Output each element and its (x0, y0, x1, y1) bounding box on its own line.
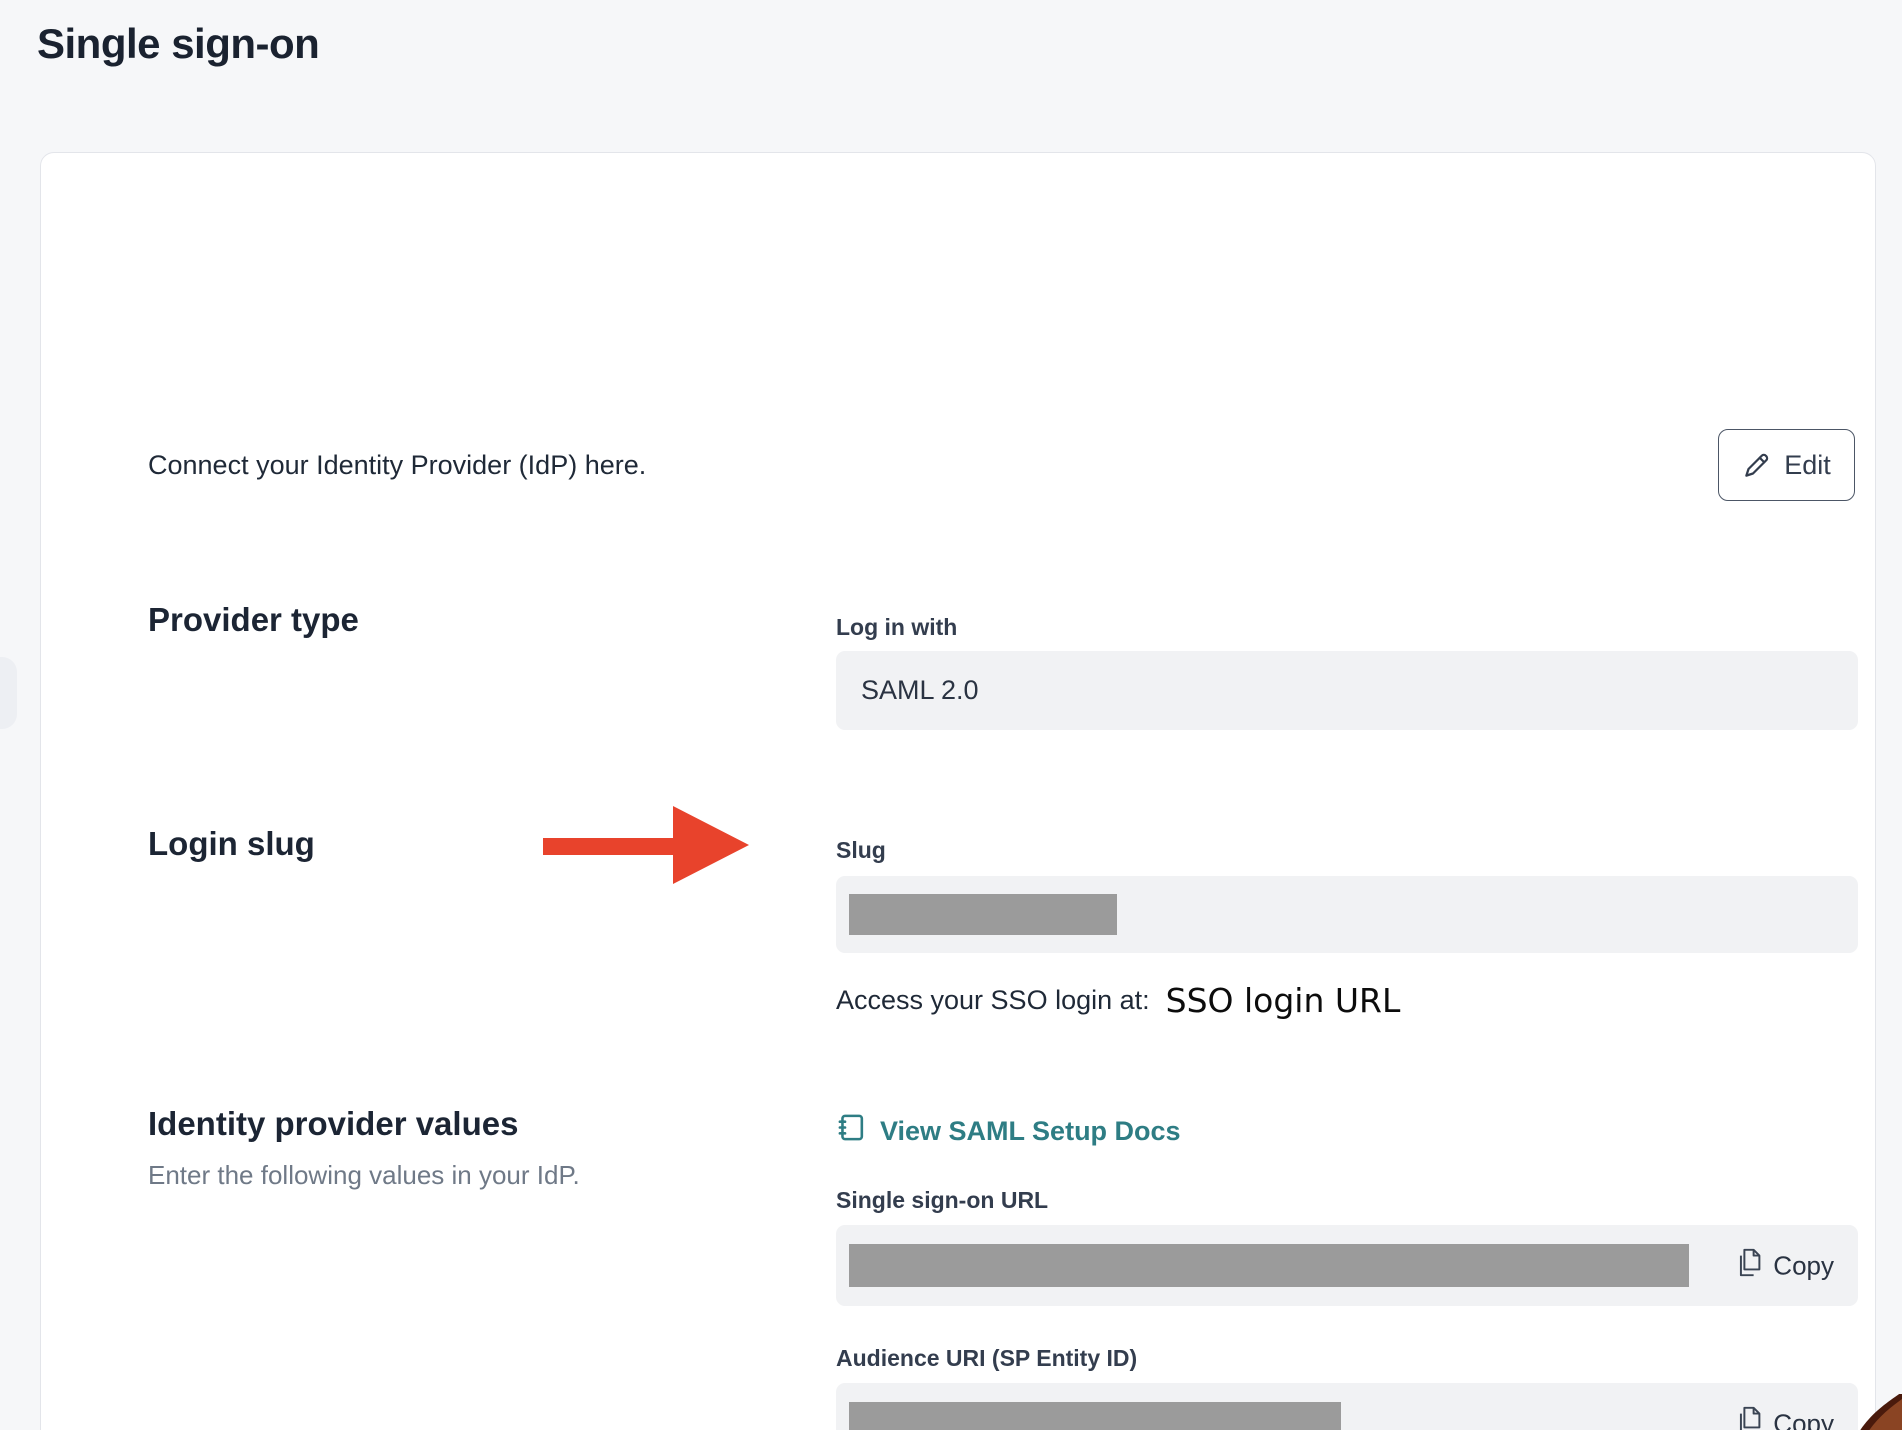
provider-type-field: SAML 2.0 (836, 651, 1858, 730)
idp-values-subheading: Enter the following values in your IdP. (148, 1160, 580, 1191)
corner-artifact (1856, 1394, 1902, 1430)
audience-uri-label: Audience URI (SP Entity ID) (836, 1345, 1137, 1372)
access-login-row: Access your SSO login at: SSO login URL (836, 971, 1400, 1029)
access-login-prefix: Access your SSO login at: (836, 985, 1150, 1016)
copy-button-label: Copy (1773, 1250, 1834, 1281)
copy-sso-url-button[interactable]: Copy (1736, 1247, 1834, 1284)
provider-type-heading: Provider type (148, 601, 359, 639)
login-with-label: Log in with (836, 614, 957, 641)
edit-button-label: Edit (1784, 450, 1831, 481)
copy-icon (1736, 1405, 1762, 1430)
provider-type-value: SAML 2.0 (861, 675, 979, 706)
sso-login-url-overlay: SSO login URL (1166, 981, 1401, 1020)
copy-audience-uri-button[interactable]: Copy (1736, 1405, 1834, 1430)
redacted-audience-uri-value (849, 1402, 1341, 1430)
left-edge-tab (0, 657, 17, 729)
copy-button-label: Copy (1773, 1408, 1834, 1430)
docs-icon (836, 1112, 867, 1150)
redacted-sso-url-value (849, 1244, 1689, 1287)
intro-text: Connect your Identity Provider (IdP) her… (148, 450, 646, 481)
sso-settings-page: Single sign-on Connect your Identity Pro… (0, 0, 1902, 1430)
sso-card: Connect your Identity Provider (IdP) her… (40, 152, 1876, 1430)
login-slug-heading: Login slug (148, 825, 315, 863)
sso-url-label: Single sign-on URL (836, 1187, 1048, 1214)
sso-url-field: Copy (836, 1225, 1858, 1306)
page-title: Single sign-on (37, 20, 319, 68)
copy-icon (1736, 1247, 1762, 1284)
view-saml-docs-link[interactable]: View SAML Setup Docs (836, 1110, 1181, 1152)
pencil-icon (1742, 450, 1772, 480)
audience-uri-field: Copy (836, 1383, 1858, 1430)
red-arrow-annotation (543, 806, 749, 884)
redacted-slug-value (849, 894, 1117, 935)
slug-field (836, 876, 1858, 953)
idp-values-heading: Identity provider values (148, 1105, 518, 1143)
view-saml-docs-label: View SAML Setup Docs (880, 1116, 1181, 1147)
edit-button[interactable]: Edit (1718, 429, 1855, 501)
slug-label: Slug (836, 837, 886, 864)
